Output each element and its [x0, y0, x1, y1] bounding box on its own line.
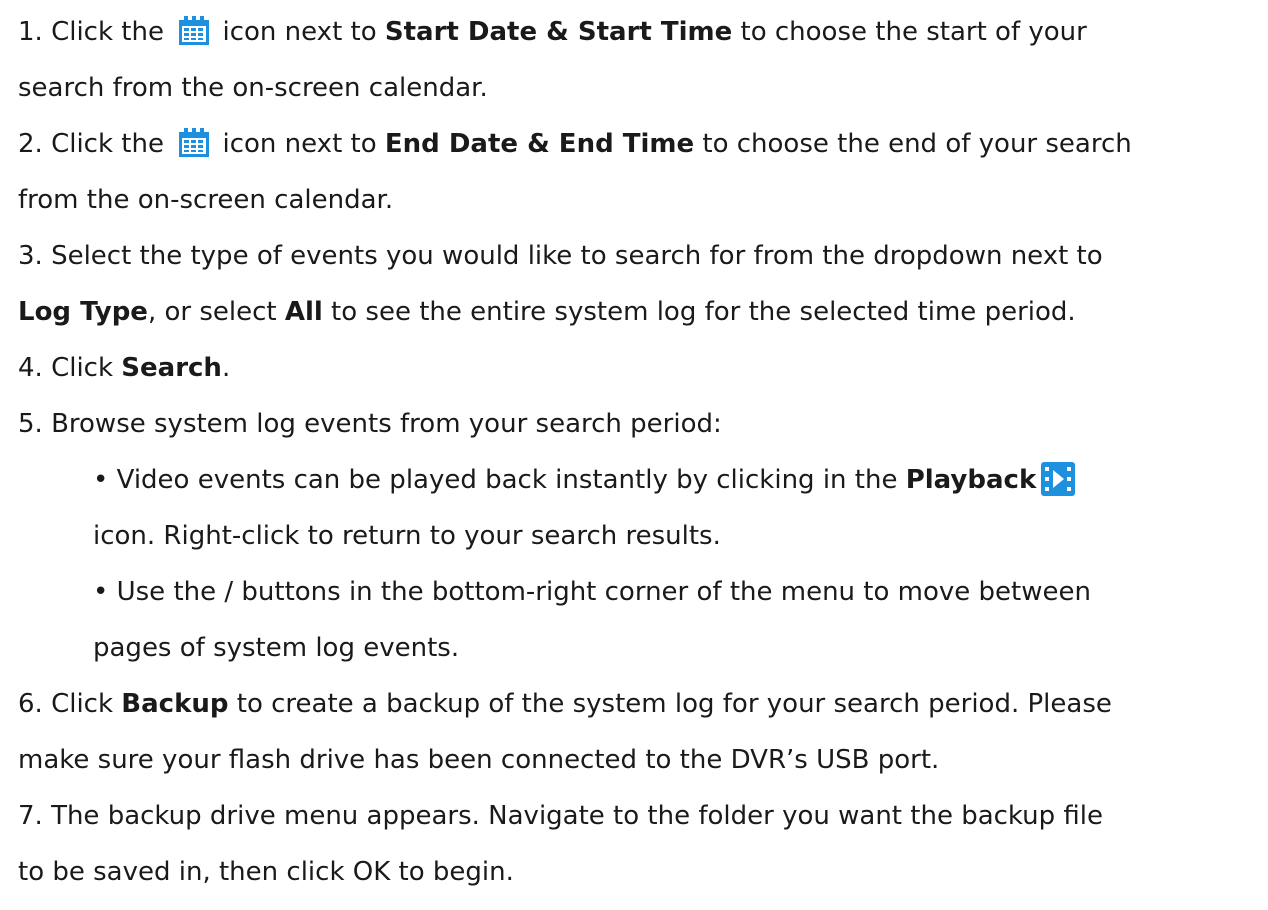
- step-1-continued: search from the on-screen calendar.: [18, 73, 488, 103]
- step-4-post: .: [221, 353, 231, 383]
- calendar-icon: [178, 14, 210, 45]
- step-5-bullet-1-continued: icon. Right-click to return to your sear…: [93, 521, 721, 551]
- step-2-mid: icon next to: [214, 129, 385, 159]
- log-type-label: Log Type: [18, 297, 148, 327]
- bullet-1-text: • Video events can be played back instan…: [93, 465, 906, 495]
- step-7: 7. The backup drive menu appears. Naviga…: [18, 801, 1104, 831]
- playback-label: Playback: [905, 465, 1037, 495]
- step-3: 3. Select the type of events you would l…: [18, 241, 1103, 271]
- end-date-label: End Date & End Time: [384, 129, 695, 159]
- step-6: 6. Click Backup to create a backup of th…: [18, 680, 1112, 728]
- step-6-prefix: 6. Click: [18, 689, 122, 719]
- search-label: Search: [121, 353, 222, 383]
- step-6-continued: make sure your flash drive has been conn…: [18, 745, 940, 775]
- playback-icon: [1040, 461, 1076, 497]
- step-3-post: to see the entire system log for the sel…: [322, 297, 1076, 327]
- step-2-continued: from the on-screen calendar.: [18, 185, 394, 215]
- step-1: 1. Click the icon next to Start Date & S…: [18, 8, 1087, 56]
- step-4-prefix: 4. Click: [18, 353, 122, 383]
- step-5-bullet-2: • Use the / buttons in the bottom-right …: [93, 577, 1091, 607]
- step-7-continued: to be saved in, then click OK to begin.: [18, 857, 514, 887]
- step-5-bullet-2-continued: pages of system log events.: [93, 633, 460, 663]
- step-1-prefix: 1. Click the: [18, 17, 173, 47]
- step-1-mid: icon next to: [214, 17, 385, 47]
- calendar-icon: [178, 126, 210, 157]
- step-5: 5. Browse system log events from your se…: [18, 409, 722, 439]
- backup-label: Backup: [121, 689, 229, 719]
- instructions-page: 1. Click the icon next to Start Date & S…: [0, 0, 1268, 910]
- step-2-prefix: 2. Click the: [18, 129, 173, 159]
- step-5-bullet-1: • Video events can be played back instan…: [93, 456, 1076, 504]
- step-3-continued: Log Type, or select All to see the entir…: [18, 288, 1076, 336]
- step-6-post: to create a backup of the system log for…: [228, 689, 1112, 719]
- step-2: 2. Click the icon next to End Date & End…: [18, 120, 1132, 168]
- step-4: 4. Click Search.: [18, 344, 230, 392]
- all-label: All: [284, 297, 323, 327]
- start-date-label: Start Date & Start Time: [384, 17, 733, 47]
- step-2-post: to choose the end of your search: [694, 129, 1132, 159]
- step-1-post: to choose the start of your: [732, 17, 1087, 47]
- step-3-mid: , or select: [147, 297, 285, 327]
